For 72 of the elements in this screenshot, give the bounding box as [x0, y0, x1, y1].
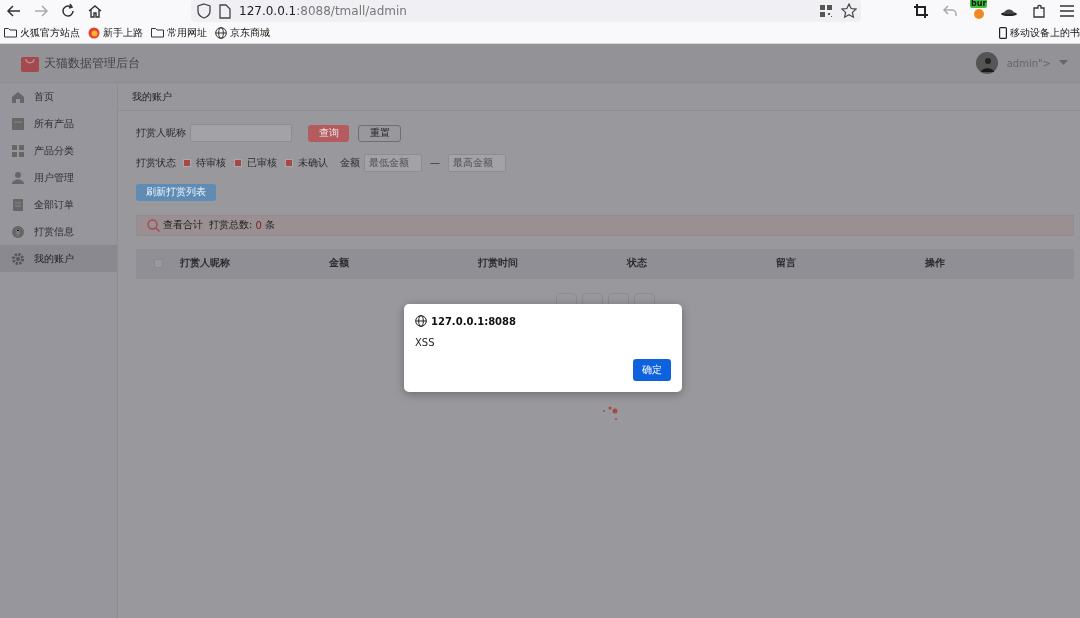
reset-button[interactable]: 重置: [358, 124, 401, 142]
forward-icon[interactable]: [33, 3, 49, 19]
app-title: 天猫数据管理后台: [44, 54, 140, 72]
extensions-icon[interactable]: [1031, 3, 1047, 19]
total-count: 0: [255, 219, 262, 231]
sidebar-item[interactable]: 用户管理: [0, 164, 117, 191]
document-icon: [11, 197, 25, 212]
field-label: 金额: [340, 155, 360, 170]
column-header: 打赏时间: [478, 257, 519, 270]
box-icon: [11, 116, 25, 131]
sidebar-item[interactable]: 所有产品: [0, 110, 117, 137]
person-icon: [11, 170, 25, 185]
sidebar-item[interactable]: 打赏信息: [0, 218, 117, 245]
refresh-button[interactable]: 刷新打赏列表: [136, 183, 216, 201]
extension-badge: bur: [970, 0, 988, 8]
sidebar-item[interactable]: 全部订单: [0, 191, 117, 218]
checkbox-label: 待审核: [196, 155, 226, 170]
grid-icon: [11, 143, 25, 158]
column-header: 打赏人昵称: [180, 257, 231, 270]
qr-code-icon[interactable]: [819, 4, 833, 18]
undo-icon[interactable]: [942, 3, 958, 19]
checkbox[interactable]: [183, 158, 191, 167]
bookmark[interactable]: 新手上路: [88, 25, 143, 40]
column-header: 状态: [627, 257, 648, 270]
checkbox[interactable]: [285, 158, 293, 167]
shield-icon: [197, 3, 211, 19]
home-icon[interactable]: [87, 3, 103, 19]
bookmark[interactable]: 移动设备上的书: [999, 25, 1080, 40]
dialog-message: XSS: [415, 337, 436, 348]
star-icon[interactable]: [841, 3, 857, 19]
range-dash: —: [430, 157, 440, 168]
url-text: 127.0.0.1:8088/tmall/admin: [239, 4, 407, 18]
field-label: 打赏人昵称: [136, 126, 186, 140]
folder-icon: [151, 27, 164, 38]
page-icon: [219, 3, 231, 19]
bookmark[interactable]: 常用网址: [151, 25, 207, 40]
sidebar-item[interactable]: 产品分类: [0, 137, 117, 164]
crop-icon[interactable]: [913, 3, 929, 19]
address-bar[interactable]: 127.0.0.1:8088/tmall/admin: [191, 0, 861, 22]
menu-icon[interactable]: [1060, 5, 1074, 17]
caret-icon: [1059, 60, 1068, 66]
input-field[interactable]: 最高金额: [448, 153, 506, 172]
bookmark[interactable]: 京东商城: [215, 25, 270, 40]
dialog-title: 127.0.0.1:8088: [431, 315, 516, 327]
unit-label: 条: [264, 218, 275, 232]
checkbox[interactable]: [234, 158, 242, 167]
summary-label: 查看合计: [163, 218, 203, 232]
settings-icon: [11, 251, 25, 266]
column-header: 留言: [776, 257, 797, 270]
folder-icon: [4, 27, 17, 38]
total-label: 打赏总数:: [209, 218, 253, 232]
column-header: 操作: [925, 257, 946, 270]
back-icon[interactable]: [6, 3, 22, 19]
field-label: 打赏状态: [136, 155, 176, 170]
sidebar-item[interactable]: 首页: [0, 83, 117, 110]
browser-logo-icon: [88, 26, 100, 39]
checkbox-label: 未确认: [298, 155, 328, 170]
search-icon: [147, 218, 160, 232]
globe-icon: [215, 26, 227, 39]
input-field[interactable]: 最低金额: [364, 153, 422, 172]
column-header: 金额: [329, 257, 350, 270]
checkbox-label: 已审核: [247, 155, 277, 170]
loading-spinner-icon: [602, 405, 618, 421]
bookmark[interactable]: 火狐官方站点: [4, 25, 80, 40]
globe-icon: [415, 315, 427, 327]
sidebar-item[interactable]: 我的账户: [0, 245, 117, 272]
home-icon: [11, 89, 25, 104]
ok-button[interactable]: 确定: [633, 359, 671, 381]
phone-icon: [999, 26, 1007, 39]
query-button[interactable]: 查询: [308, 124, 349, 142]
reload-icon[interactable]: [60, 3, 76, 19]
avatar-icon: [975, 52, 998, 74]
